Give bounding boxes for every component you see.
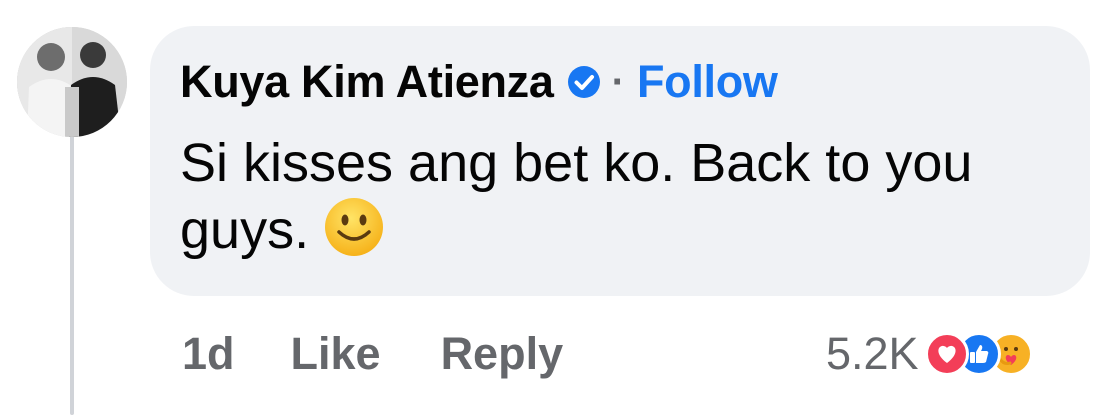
comment-header: Kuya Kim Atienza · Follow	[180, 54, 778, 110]
reply-button[interactable]: Reply	[441, 328, 564, 380]
comment-text: Si kisses ang bet ko. Back to you guys.	[180, 133, 973, 260]
thread-connector-line	[70, 132, 74, 415]
follow-button[interactable]: Follow	[637, 56, 778, 108]
comment-timestamp[interactable]: 1d	[182, 328, 235, 380]
reactions-summary[interactable]: 5.2K	[826, 322, 1045, 386]
comment-actions: 1d Like Reply	[182, 322, 623, 386]
comment-thread: Kuya Kim Atienza · Follow Si kisses ang …	[0, 0, 1120, 415]
love-reaction-icon	[924, 332, 969, 376]
author-name[interactable]: Kuya Kim Atienza	[180, 56, 554, 108]
slightly-smiling-face-emoji-icon	[323, 196, 385, 258]
comment-bubble: Kuya Kim Atienza · Follow Si kisses ang …	[150, 26, 1090, 296]
reaction-icons	[924, 328, 1045, 380]
verified-badge-icon	[566, 64, 602, 100]
header-separator: ·	[611, 59, 625, 104]
reaction-count: 5.2K	[826, 328, 919, 379]
avatar-photo	[17, 27, 127, 137]
like-button[interactable]: Like	[291, 328, 381, 380]
comment-body: Si kisses ang bet ko. Back to you guys.	[180, 130, 1060, 263]
avatar[interactable]	[17, 27, 127, 137]
